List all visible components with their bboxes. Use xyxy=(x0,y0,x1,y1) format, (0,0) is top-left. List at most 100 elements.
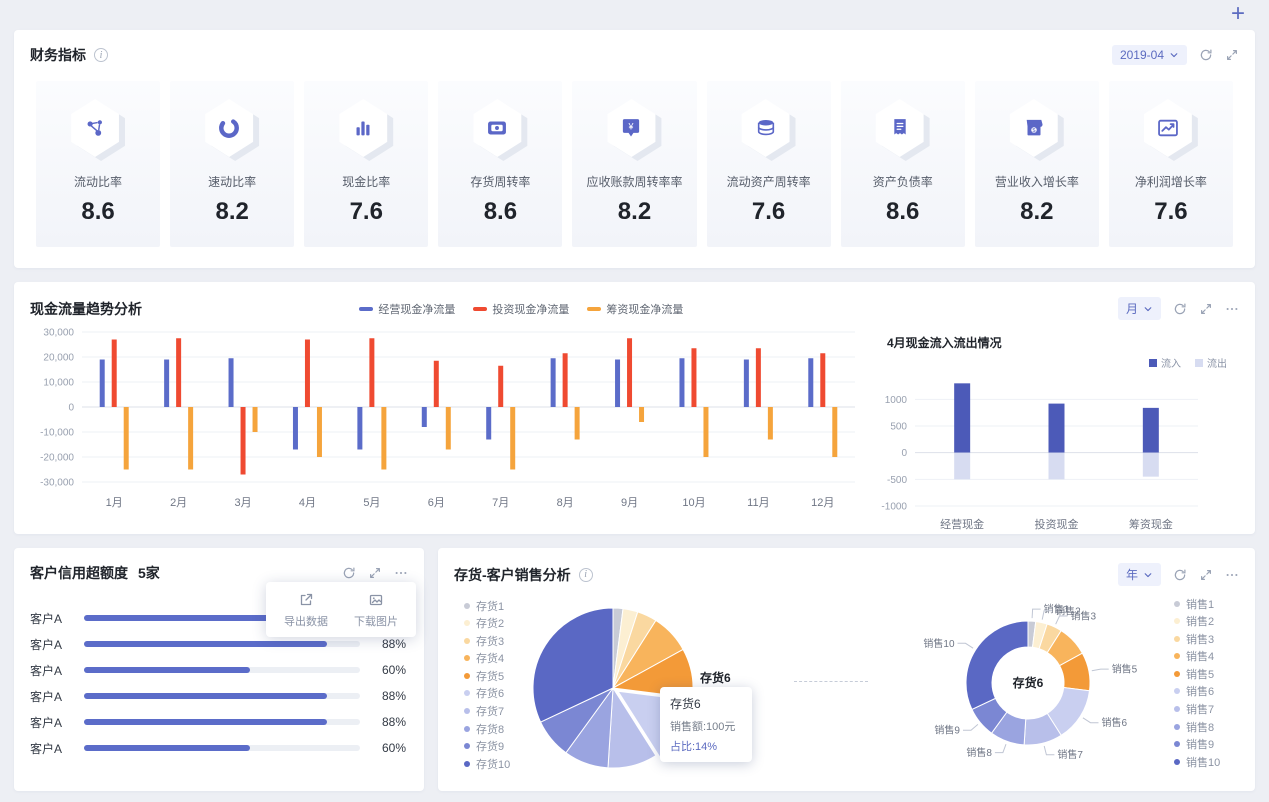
legend-item[interactable]: 销售1 xyxy=(1174,598,1220,611)
svg-text:销售5: 销售5 xyxy=(1112,663,1138,676)
legend-item[interactable]: 投资现金净流量 xyxy=(473,301,569,317)
metric-card[interactable]: 资产负债率 8.6 xyxy=(840,81,965,247)
credit-row[interactable]: 客户A 88% xyxy=(30,709,406,735)
fullscreen-icon[interactable] xyxy=(368,566,382,580)
metric-card[interactable]: ¥ 应收账款周转率率 8.2 xyxy=(572,81,697,247)
legend-item[interactable]: 存货9 xyxy=(464,741,510,753)
add-widget-button[interactable]: + xyxy=(1231,2,1245,26)
legend-item[interactable]: 存货6 xyxy=(464,688,510,701)
legend-item[interactable]: 存货8 xyxy=(464,723,510,736)
legend-item[interactable]: 存货4 xyxy=(464,653,510,665)
sales-donut-chart[interactable]: 销售1销售2销售3销售5销售6销售7销售8销售9销售10存货6 xyxy=(893,578,1163,788)
fullscreen-icon[interactable] xyxy=(1225,48,1239,62)
legend-item[interactable]: 销售8 xyxy=(1174,721,1220,734)
legend-item[interactable]: 存货3 xyxy=(464,635,510,648)
credit-row[interactable]: 客户A 60% xyxy=(30,657,406,683)
legend-item[interactable]: 销售6 xyxy=(1174,686,1220,698)
metric-cards: 流动比率 8.6 速动比率 8.2 现金比率 7.6 存货周转率 8.6 ¥ 应收账款周转率率 8.… xyxy=(14,65,1255,247)
legend-dot xyxy=(464,708,470,715)
credit-row[interactable]: 客户A 60% xyxy=(30,735,406,761)
legend-dot xyxy=(1174,618,1180,625)
legend-item[interactable]: 存货2 xyxy=(464,618,510,630)
legend-label: 流出 xyxy=(1207,359,1227,370)
panel-customer-credit: 客户信用超额度 5家 客户A88%客户A88%客户A60%客户A88%客户A88… xyxy=(14,548,424,791)
legend-dot xyxy=(1174,741,1180,748)
svg-text:6月: 6月 xyxy=(428,497,445,509)
svg-text:-1000: -1000 xyxy=(881,502,907,513)
metric-label: 流动资产周转率 xyxy=(726,175,811,189)
legend-label: 存货6 xyxy=(476,688,505,701)
legend-item[interactable]: 经营现金净流量 xyxy=(359,301,455,317)
legend-item[interactable]: 存货10 xyxy=(464,758,510,771)
legend-item[interactable]: 销售2 xyxy=(1174,616,1220,629)
metric-card[interactable]: 现金比率 7.6 xyxy=(304,81,429,247)
svg-text:10月: 10月 xyxy=(682,497,705,509)
yen-badge-icon: ¥ xyxy=(605,99,663,161)
metric-card[interactable]: 存货周转率 8.6 xyxy=(438,81,563,247)
legend-label: 存货3 xyxy=(476,635,505,648)
fullscreen-icon[interactable] xyxy=(1199,568,1213,582)
legend-label: 经营现金净流量 xyxy=(378,303,456,316)
fullscreen-icon[interactable] xyxy=(1199,302,1213,316)
export-data-button[interactable]: 导出数据 xyxy=(284,592,328,629)
refresh-icon[interactable] xyxy=(1199,48,1213,62)
refresh-icon[interactable] xyxy=(1173,568,1187,582)
refresh-icon[interactable] xyxy=(1173,302,1187,316)
metric-label: 存货周转率 xyxy=(470,175,531,189)
legend-dot xyxy=(464,637,470,644)
refresh-icon[interactable] xyxy=(342,566,356,580)
april-flow-chart[interactable]: -1000 -500 0 500 1000 经营现金 投资现金 筹资现金 xyxy=(869,370,1214,536)
legend-item[interactable]: 存货5 xyxy=(464,670,510,683)
legend-item[interactable]: 销售5 xyxy=(1174,668,1220,681)
bar-fill xyxy=(84,745,250,751)
subchart-title: 4月现金流入流出情况 xyxy=(887,336,1002,350)
date-selector[interactable]: 2019-04 xyxy=(1111,45,1187,65)
shop-icon: $ xyxy=(1008,99,1066,161)
more-icon[interactable] xyxy=(1225,302,1239,316)
metric-card[interactable]: 流动资产周转率 7.6 xyxy=(706,81,831,247)
svg-text:-20,000: -20,000 xyxy=(40,453,74,464)
legend-label: 销售10 xyxy=(1186,756,1221,769)
metric-card[interactable]: 速动比率 8.2 xyxy=(170,81,295,247)
svg-text:30,000: 30,000 xyxy=(43,328,74,339)
metric-card[interactable]: $ 营业收入增长率 8.2 xyxy=(974,81,1099,247)
metric-label: 速动比率 xyxy=(208,175,257,189)
bar-fill xyxy=(84,667,250,673)
info-icon[interactable]: i xyxy=(578,567,593,582)
legend-label: 销售8 xyxy=(1186,721,1215,734)
info-icon[interactable]: i xyxy=(94,48,108,62)
legend-item[interactable]: 销售3 xyxy=(1174,633,1220,646)
legend-label: 销售2 xyxy=(1186,616,1215,629)
coins-icon xyxy=(740,99,798,161)
svg-text:20,000: 20,000 xyxy=(43,353,74,364)
svg-text:10,000: 10,000 xyxy=(43,378,74,389)
chart-actions-popup: 导出数据 下载图片 xyxy=(266,582,416,637)
legend-item[interactable]: 流入 xyxy=(1149,355,1181,370)
svg-text:1000: 1000 xyxy=(885,395,908,406)
banknote-icon xyxy=(471,99,529,161)
credit-row[interactable]: 客户A 88% xyxy=(30,683,406,709)
legend-label: 销售7 xyxy=(1186,704,1215,717)
download-image-button[interactable]: 下载图片 xyxy=(354,592,398,629)
legend-item[interactable]: 销售7 xyxy=(1174,704,1220,717)
legend-dot xyxy=(464,620,470,627)
legend-item[interactable]: 销售9 xyxy=(1174,739,1220,751)
legend-item[interactable]: 筹资现金净流量 xyxy=(587,301,683,317)
legend-item[interactable]: 流出 xyxy=(1195,355,1227,370)
metric-card[interactable]: 流动比率 8.6 xyxy=(36,81,161,247)
more-icon[interactable] xyxy=(394,566,408,580)
legend-item[interactable]: 销售10 xyxy=(1174,756,1221,769)
bar-chart-icon xyxy=(337,99,395,161)
credit-count: 5家 xyxy=(138,565,160,581)
legend-item[interactable]: 销售4 xyxy=(1174,651,1220,663)
svg-text:销售3: 销售3 xyxy=(1071,610,1097,623)
legend-item[interactable]: 存货7 xyxy=(464,706,510,718)
tooltip-ratio: 占比:14% xyxy=(670,741,718,753)
period-selector[interactable]: 月 xyxy=(1117,297,1161,320)
legend-item[interactable]: 存货1 xyxy=(464,600,510,613)
cashflow-trend-chart[interactable]: -30,000 -20,000 -10,000 0 10,000 20,000 30,000… xyxy=(24,322,869,526)
metric-card[interactable]: 净利润增长率 7.6 xyxy=(1108,81,1233,247)
svg-text:12月: 12月 xyxy=(811,497,834,509)
customer-label: 客户A xyxy=(30,689,63,704)
more-icon[interactable] xyxy=(1225,568,1239,582)
